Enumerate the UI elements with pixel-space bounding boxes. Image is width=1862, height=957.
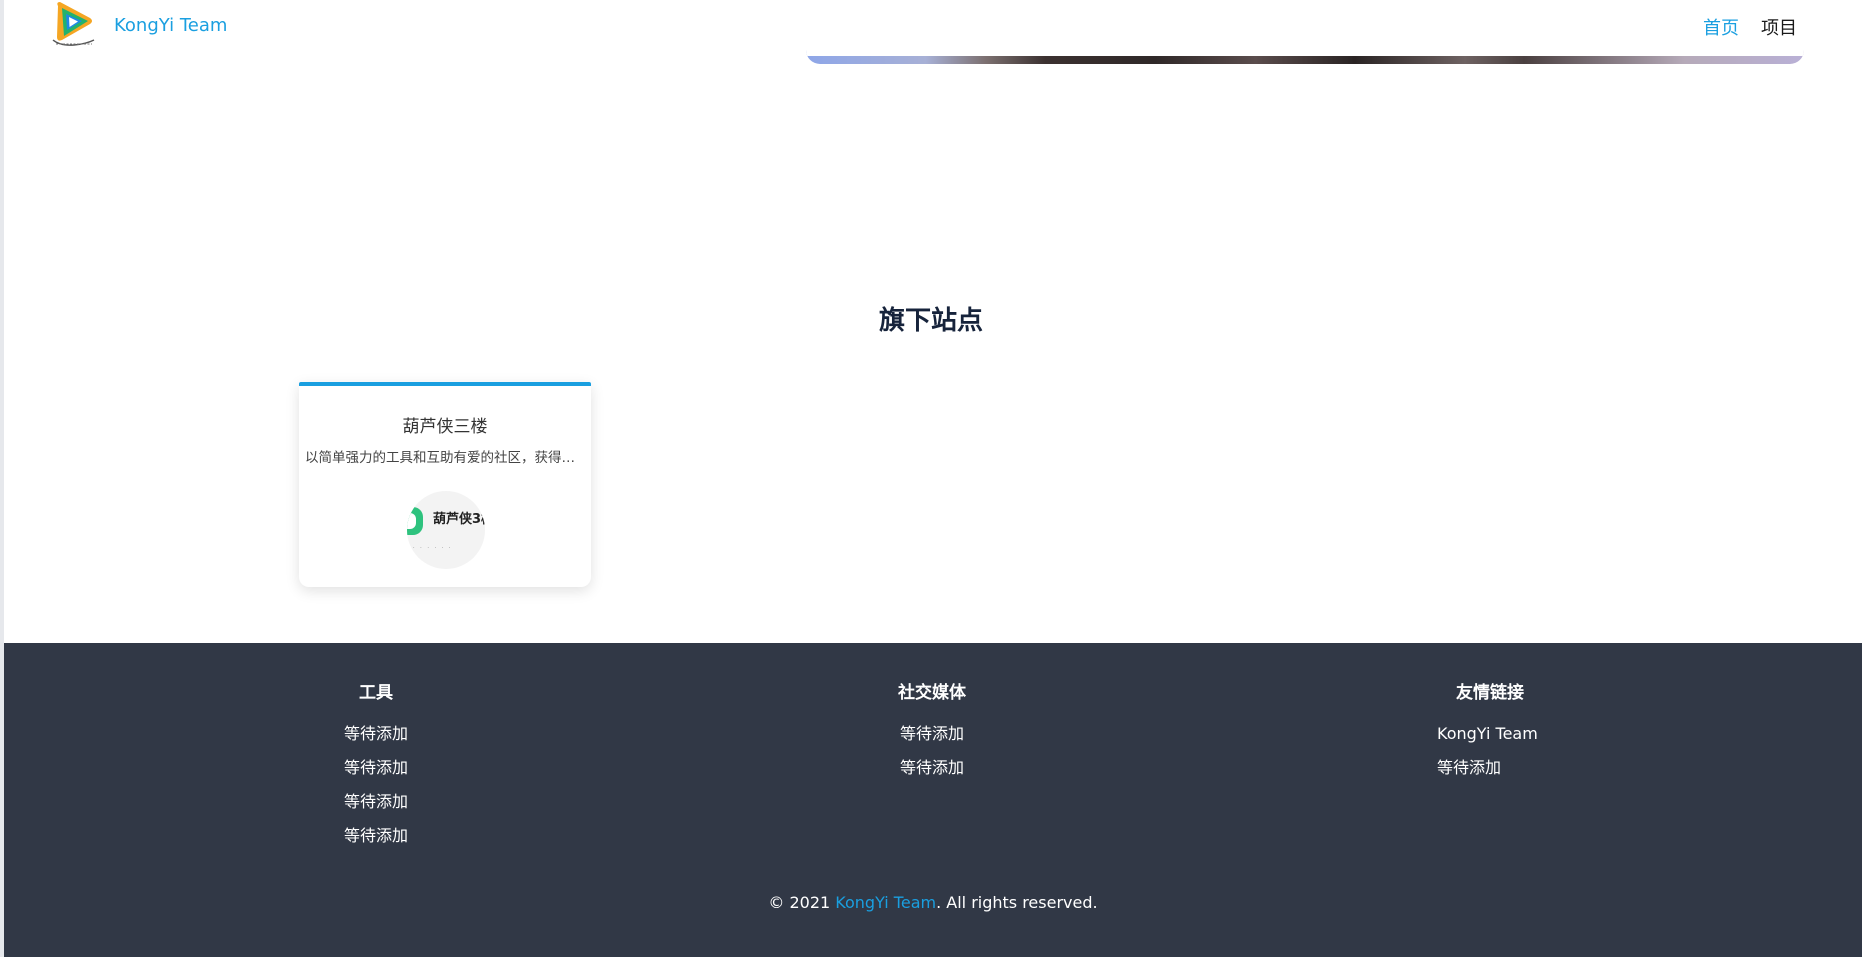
footer-column-title: 工具	[359, 683, 393, 703]
footer-link[interactable]: 等待添加	[822, 751, 1042, 785]
copyright: © 2021 KongYi Team. All rights reserved.	[4, 893, 1862, 912]
page: KongYi Team 首页 项目 旗下站点 葫芦侠三楼 以简单强力的工具和互助…	[0, 0, 1862, 957]
brand-name[interactable]: KongYi Team	[114, 15, 227, 36]
card-description: 以简单强力的工具和互助有爱的社区，获得更好的体验	[305, 450, 579, 466]
footer-column-title: 社交媒体	[898, 683, 966, 703]
nav-item-home[interactable]: 首页	[1703, 14, 1739, 40]
avatar-subtext: · · · · · ·	[413, 545, 453, 551]
footer-link[interactable]: 等待添加	[822, 717, 1042, 751]
footer-link[interactable]: 等待添加	[266, 751, 486, 785]
card-title: 葫芦侠三楼	[402, 417, 488, 437]
copyright-brand-link[interactable]: KongYi Team	[835, 893, 936, 912]
footer-link[interactable]: KongYi Team	[1380, 717, 1600, 751]
section-title: 旗下站点	[878, 306, 983, 336]
copyright-suffix: . All rights reserved.	[936, 893, 1098, 912]
footer-column-social: 社交媒体 等待添加 等待添加	[822, 678, 1042, 785]
hero-banner-edge	[806, 48, 1804, 64]
card-avatar[interactable]: 葫芦侠3楼 · · · · · ·	[407, 491, 485, 569]
avatar-text: 葫芦侠3楼	[433, 512, 485, 527]
footer-link[interactable]: 等待添加	[266, 717, 486, 751]
footer-link[interactable]: 等待添加	[1380, 751, 1600, 785]
footer: 工具 等待添加 等待添加 等待添加 等待添加 社交媒体 等待添加 等待添加 友情…	[4, 643, 1862, 957]
footer-link[interactable]: 等待添加	[266, 819, 486, 853]
footer-column-friends: 友情链接 KongYi Team 等待添加	[1380, 678, 1600, 785]
footer-column-title: 友情链接	[1456, 683, 1524, 703]
footer-column-tools: 工具 等待添加 等待添加 等待添加 等待添加	[266, 678, 486, 853]
footer-link[interactable]: 等待添加	[266, 785, 486, 819]
site-card[interactable]: 葫芦侠三楼 以简单强力的工具和互助有爱的社区，获得更好的体验 葫芦侠3楼 · ·…	[299, 382, 591, 587]
copyright-prefix: © 2021	[768, 893, 836, 912]
nav-item-projects[interactable]: 项目	[1761, 14, 1797, 40]
play-logo-icon[interactable]	[50, 0, 98, 50]
main-nav: 首页 项目	[1703, 14, 1797, 40]
